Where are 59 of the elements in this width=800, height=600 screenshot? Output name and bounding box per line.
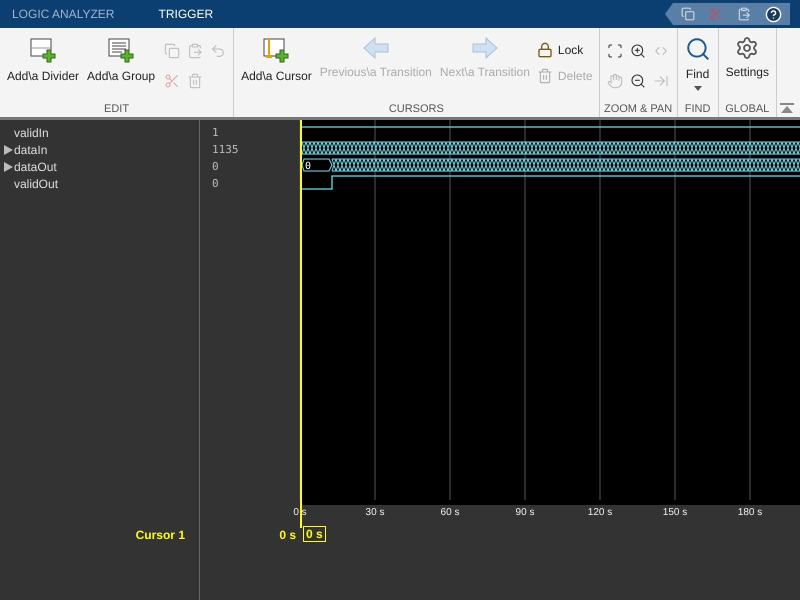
zoom-in-icon bbox=[630, 42, 646, 59]
signal-name: dataIn bbox=[14, 142, 48, 157]
axis-tick-label: 90 s bbox=[516, 507, 534, 518]
axis-tick-label: 0 s bbox=[293, 507, 307, 518]
paste-icon[interactable] bbox=[737, 7, 751, 21]
add-cursor-icon bbox=[262, 36, 290, 64]
zoom-out-icon bbox=[630, 72, 646, 89]
paste-icon bbox=[186, 42, 203, 59]
ribbon-tab[interactable]: LOGIC ANALYZER bbox=[10, 2, 116, 25]
cursor-marker[interactable]: 0 s bbox=[303, 526, 326, 542]
section-title: CURSORS bbox=[388, 103, 445, 118]
collapse-icon[interactable] bbox=[780, 103, 794, 114]
cursor-line[interactable] bbox=[300, 500, 302, 528]
toolstrip-button[interactable]: Lock bbox=[534, 40, 595, 60]
section-title: FIND bbox=[684, 103, 712, 118]
axis-tick-label: 120 s bbox=[588, 507, 612, 518]
signal-value: 0 bbox=[211, 176, 220, 192]
left-arrow-icon bbox=[362, 36, 390, 60]
cursor-value: 0 s bbox=[278, 527, 297, 544]
hand-icon bbox=[607, 72, 624, 89]
expand-icon[interactable] bbox=[4, 144, 13, 155]
trash-icon bbox=[186, 72, 203, 89]
section-title: EDIT bbox=[103, 103, 130, 118]
section-title: ZOOM & PAN bbox=[604, 103, 673, 118]
axis-tick-label: 60 s bbox=[440, 507, 460, 518]
toolstrip-button[interactable]: Add\a Divider bbox=[4, 34, 82, 104]
section-title: GLOBAL bbox=[724, 103, 770, 118]
copy-icon[interactable] bbox=[681, 7, 695, 21]
toolstrip-button[interactable]: Add\a Group bbox=[84, 34, 158, 104]
undo-icon bbox=[210, 42, 226, 59]
signal-value: 0 bbox=[211, 159, 220, 176]
cursor-name: Cursor 1 bbox=[0, 522, 200, 600]
right-arrow-icon bbox=[470, 36, 499, 60]
add-group-icon bbox=[107, 36, 136, 64]
toolstrip-button[interactable]: Find bbox=[682, 34, 714, 104]
trash-icon bbox=[536, 68, 553, 84]
copy-icon bbox=[164, 42, 180, 59]
search-icon bbox=[684, 36, 711, 62]
signal-value: 1135 bbox=[211, 142, 240, 158]
axis-tick-label: 150 s bbox=[662, 507, 688, 518]
cursor-line[interactable] bbox=[300, 120, 302, 500]
scissors-icon[interactable] bbox=[709, 7, 723, 21]
expand-icon[interactable] bbox=[4, 162, 13, 172]
signal-name: validOut bbox=[13, 176, 58, 191]
signal-name: dataOut bbox=[14, 160, 57, 174]
lock-icon bbox=[536, 42, 553, 58]
settings-icon bbox=[735, 36, 760, 60]
ribbon-tab[interactable]: TRIGGER bbox=[156, 2, 216, 25]
add-divider-icon bbox=[29, 36, 58, 64]
toolstrip-button[interactable]: Add\a Cursor bbox=[238, 34, 315, 104]
caret-icon bbox=[694, 86, 702, 91]
axis-tick-label: 30 s bbox=[366, 507, 384, 518]
bus-value: 0 bbox=[305, 161, 312, 172]
scissors-icon bbox=[164, 72, 180, 89]
toolstrip-button[interactable]: Settings bbox=[722, 34, 772, 104]
signal-value: 1 bbox=[211, 125, 220, 142]
axis-tick-label: 180 s bbox=[738, 507, 762, 518]
help-icon[interactable] bbox=[765, 6, 782, 22]
signal-name: validIn bbox=[13, 126, 49, 140]
